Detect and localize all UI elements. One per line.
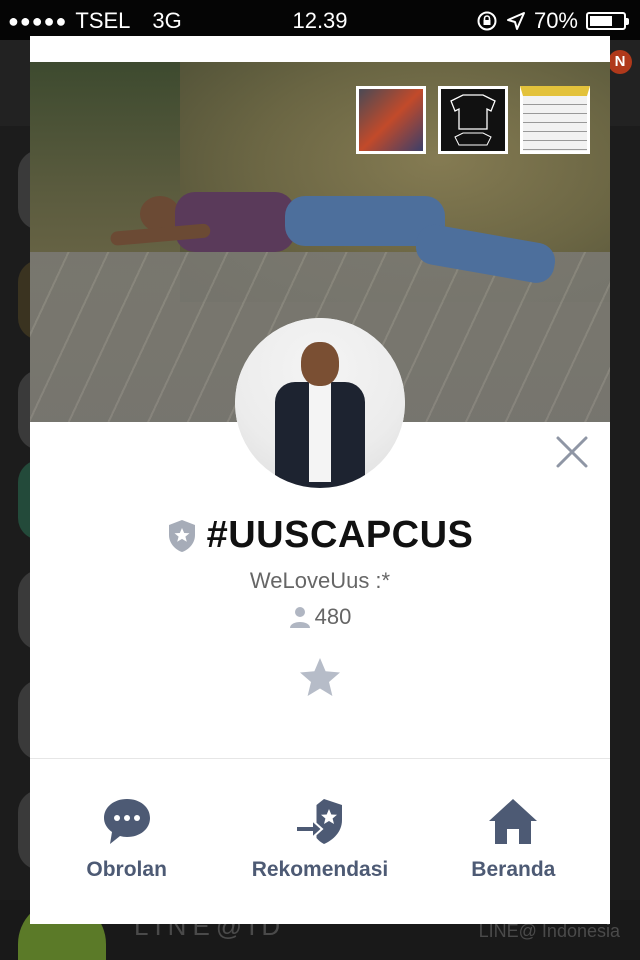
status-message: WeLoveUus :* <box>249 568 391 593</box>
battery-percent: 70% <box>533 8 578 33</box>
favorite-button[interactable] <box>298 656 342 700</box>
star-icon <box>300 658 340 696</box>
chat-bubble-icon <box>103 799 150 844</box>
profile-name: #UUSCAPCUS <box>206 514 474 556</box>
background-item-sub: LINE@ Indonesia <box>478 921 620 941</box>
official-shield-icon <box>168 519 195 552</box>
divider <box>30 758 610 759</box>
battery-icon <box>586 12 629 30</box>
close-button[interactable] <box>552 432 592 472</box>
cover-thumbnail[interactable] <box>520 86 590 154</box>
close-icon <box>556 436 588 468</box>
profile-card: #UUSCAPCUS WeLoveUus :* 480 Obrolan Reko… <box>30 36 610 924</box>
cover-thumbnail[interactable] <box>356 86 426 154</box>
rotation-lock-icon <box>477 11 497 31</box>
chat-button[interactable]: Obrolan <box>32 796 222 882</box>
chat-button-label: Obrolan <box>86 858 167 881</box>
home-button-label: Beranda <box>471 858 556 881</box>
profile-title-row: #UUSCAPCUS <box>30 514 610 557</box>
notification-badge: N <box>608 50 632 74</box>
location-arrow-icon <box>506 12 525 30</box>
recommend-icon <box>294 799 342 844</box>
status-bar: ●●●●● TSEL 3G 12.39 70% <box>0 0 640 40</box>
recommend-button-label: Rekomendasi <box>251 858 389 881</box>
person-icon <box>289 607 310 628</box>
battery-level <box>590 16 613 26</box>
profile-avatar[interactable] <box>235 318 405 488</box>
member-count: 480 <box>30 604 610 630</box>
cover-thumbnail[interactable] <box>438 86 508 154</box>
home-button[interactable]: Beranda <box>418 796 608 882</box>
member-count-value: 480 <box>314 604 352 629</box>
action-bar: Obrolan Rekomendasi Beranda <box>30 796 610 896</box>
screen: ●●●●● TSEL 3G 12.39 70% N LINE@ID LINE@ … <box>0 0 640 960</box>
cover-photo-subject <box>110 192 556 283</box>
recommend-button[interactable]: Rekomendasi <box>225 796 415 882</box>
home-icon <box>489 799 538 844</box>
cover-thumbnails <box>356 86 590 154</box>
